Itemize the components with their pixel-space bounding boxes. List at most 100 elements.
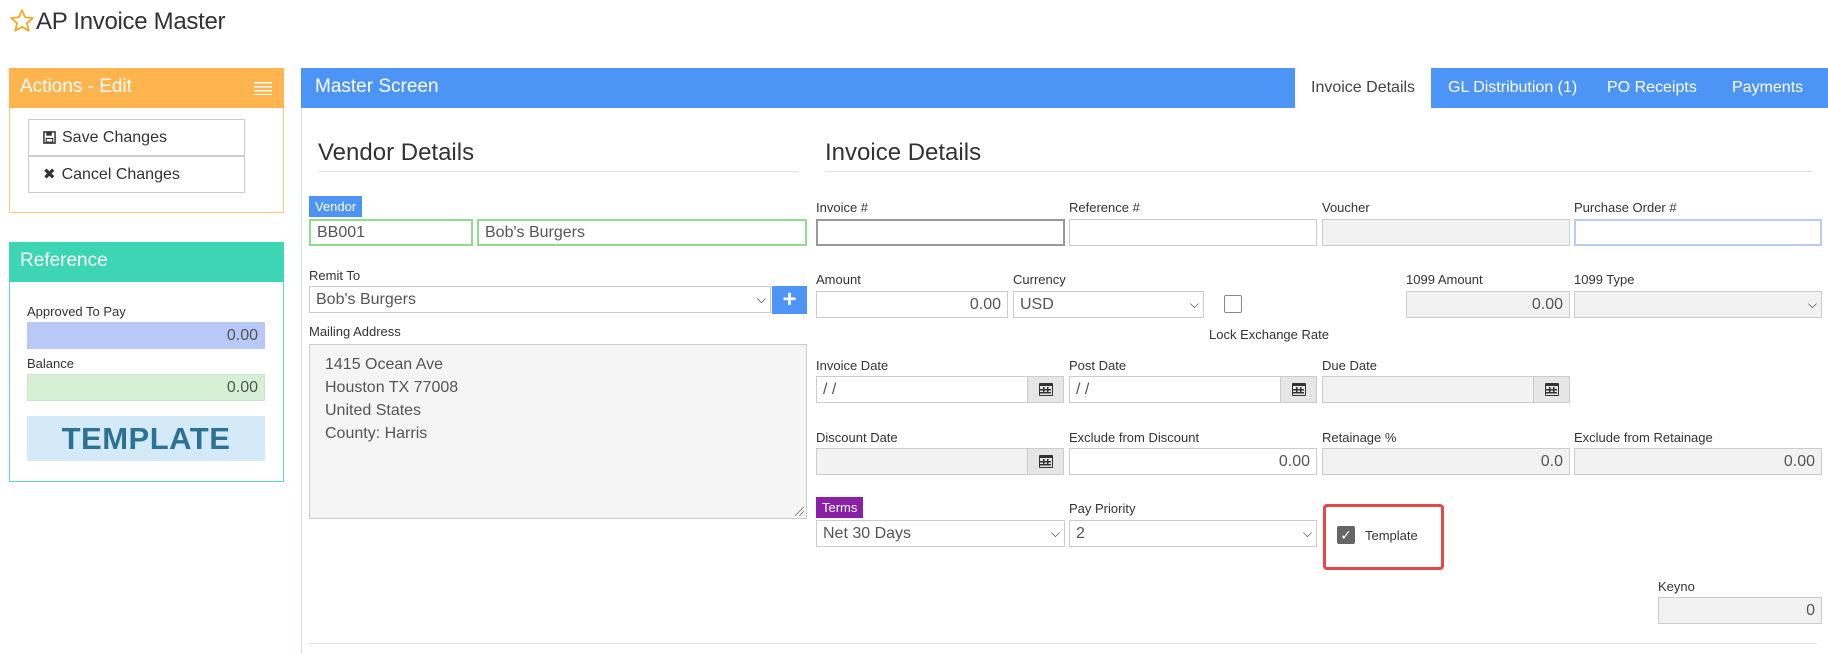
exclude-from-retainage-label: Exclude from Retainage — [1574, 430, 1713, 445]
template-banner: TEMPLATE — [27, 416, 265, 461]
approved-to-pay-label: Approved To Pay — [27, 304, 126, 319]
pay-priority-select[interactable]: 2 ⌵ — [1069, 520, 1317, 547]
lock-exchange-rate-checkbox[interactable] — [1224, 295, 1242, 313]
type-1099-select[interactable]: ⌵ — [1574, 291, 1822, 318]
reference-panel-header: Reference — [9, 242, 284, 282]
balance-label: Balance — [27, 356, 74, 371]
tab-gl-distribution[interactable]: GL Distribution (1) — [1432, 68, 1593, 108]
terms-select[interactable]: Net 30 Days ⌵ — [816, 520, 1065, 547]
amount-label: Amount — [816, 272, 861, 287]
discount-date-label: Discount Date — [816, 430, 898, 445]
vendor-tag: Vendor — [309, 196, 363, 217]
master-screen-title: Master Screen — [315, 76, 439, 97]
mailing-address-textarea[interactable]: 1415 Ocean Ave Houston TX 77008 United S… — [309, 344, 807, 519]
purchase-order-label: Purchase Order # — [1574, 200, 1677, 215]
currency-value: USD — [1020, 296, 1054, 313]
remit-to-label: Remit To — [309, 268, 361, 283]
actions-panel-title: Actions - Edit — [20, 76, 132, 97]
page-title: AP Invoice Master — [36, 8, 226, 35]
due-date-label: Due Date — [1322, 358, 1377, 373]
cancel-changes-label: Cancel Changes — [61, 166, 180, 183]
calendar-icon — [1544, 383, 1559, 396]
exclude-from-retainage-field: 0.00 — [1574, 448, 1822, 475]
voucher-field — [1322, 219, 1570, 246]
chevron-down-icon: ⌵ — [1302, 526, 1312, 540]
resize-handle-icon[interactable] — [795, 507, 804, 516]
pay-priority-value: 2 — [1076, 525, 1085, 542]
chevron-down-icon: ⌵ — [1807, 297, 1817, 311]
currency-select[interactable]: USD ⌵ — [1013, 291, 1204, 318]
post-date-input[interactable]: / / — [1069, 376, 1281, 403]
mailing-line: 1415 Ocean Ave — [325, 356, 444, 373]
pay-priority-label: Pay Priority — [1069, 501, 1136, 516]
terms-value: Net 30 Days — [823, 525, 912, 542]
vendor-code-field[interactable]: BB001 — [309, 219, 473, 246]
amount-input[interactable]: 0.00 — [816, 291, 1008, 318]
vendor-details-title: Vendor Details — [318, 139, 475, 166]
reference-number-label: Reference # — [1069, 200, 1140, 215]
retainage-percent-field: 0.0 — [1322, 448, 1570, 475]
mailing-line: Houston TX 77008 — [325, 379, 459, 396]
post-date-label: Post Date — [1069, 358, 1127, 373]
reference-number-input[interactable] — [1069, 219, 1317, 246]
invoice-section-rule — [825, 171, 1813, 172]
vendor-name-field[interactable]: Bob's Burgers — [477, 219, 807, 246]
amount-1099-label: 1099 Amount — [1406, 272, 1483, 287]
tab-payments[interactable]: Payments — [1716, 68, 1819, 108]
purchase-order-input[interactable] — [1574, 219, 1822, 246]
cancel-changes-button[interactable]: ✖ Cancel Changes — [28, 156, 245, 193]
discount-date-calendar-button[interactable] — [1028, 448, 1064, 475]
mailing-address-label: Mailing Address — [309, 324, 401, 339]
type-1099-label: 1099 Type — [1574, 272, 1635, 287]
save-icon — [43, 131, 56, 144]
invoice-date-label: Invoice Date — [816, 358, 889, 373]
exclude-from-discount-label: Exclude from Discount — [1069, 430, 1200, 445]
invoice-date-calendar-button[interactable] — [1028, 376, 1064, 403]
invoice-number-label: Invoice # — [816, 200, 869, 215]
balance-field: 0.00 — [27, 374, 265, 401]
remit-to-select[interactable]: Bob's Burgers ⌵ — [309, 286, 771, 313]
favorite-star-icon[interactable] — [9, 8, 35, 34]
template-checkbox[interactable]: ✓ — [1337, 526, 1355, 544]
master-screen-bar: Master Screen Invoice Details GL Distrib… — [301, 68, 1828, 108]
add-remit-button[interactable]: + — [772, 286, 807, 314]
mailing-line: County: Harris — [325, 425, 428, 442]
chevron-down-icon: ⌵ — [756, 292, 766, 306]
terms-tag: Terms — [816, 497, 864, 518]
tab-invoice-details[interactable]: Invoice Details — [1295, 68, 1432, 108]
retainage-percent-label: Retainage % — [1322, 430, 1397, 445]
calendar-icon — [1291, 383, 1306, 396]
remit-to-value: Bob's Burgers — [316, 291, 416, 308]
close-icon: ✖ — [43, 166, 56, 183]
mailing-line: United States — [325, 402, 422, 419]
due-date-calendar-button[interactable] — [1534, 376, 1570, 403]
reference-panel-title: Reference — [20, 250, 108, 271]
template-checkbox-label: Template — [1365, 528, 1418, 543]
tab-po-receipts[interactable]: PO Receipts — [1591, 68, 1713, 108]
chevron-down-icon: ⌵ — [1050, 526, 1060, 540]
menu-icon[interactable] — [254, 82, 272, 95]
lock-exchange-rate-label: Lock Exchange Rate — [1209, 327, 1329, 342]
master-divider — [301, 108, 302, 654]
currency-label: Currency — [1013, 272, 1066, 287]
voucher-label: Voucher — [1322, 200, 1370, 215]
exclude-from-discount-input[interactable]: 0.00 — [1069, 448, 1317, 475]
vendor-section-rule — [318, 171, 798, 172]
invoice-number-input[interactable] — [816, 219, 1065, 246]
chevron-down-icon: ⌵ — [1189, 297, 1199, 311]
save-changes-label: Save Changes — [62, 129, 167, 146]
calendar-icon — [1038, 383, 1053, 396]
invoice-date-input[interactable]: / / — [816, 376, 1028, 403]
keyno-field: 0 — [1658, 597, 1822, 624]
discount-date-input — [816, 448, 1028, 475]
invoice-details-title: Invoice Details — [825, 139, 982, 166]
bottom-divider — [309, 643, 1817, 644]
approved-to-pay-field: 0.00 — [27, 322, 265, 349]
save-changes-button[interactable]: Save Changes — [28, 119, 245, 156]
amount-1099-field: 0.00 — [1406, 291, 1570, 318]
post-date-calendar-button[interactable] — [1281, 376, 1317, 403]
keyno-label: Keyno — [1658, 579, 1695, 594]
due-date-input — [1322, 376, 1534, 403]
actions-panel-header: Actions - Edit — [9, 68, 284, 108]
calendar-icon — [1038, 455, 1053, 468]
